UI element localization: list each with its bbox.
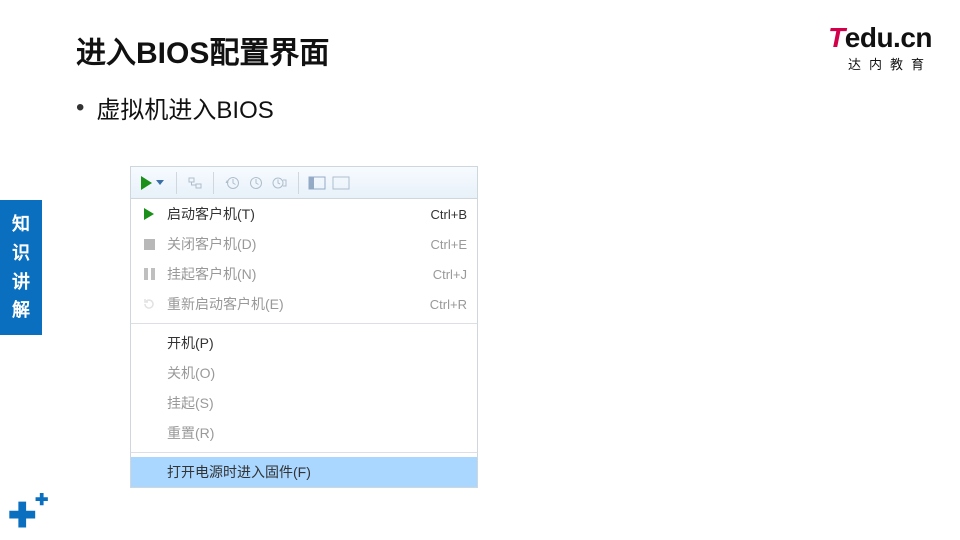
- bullet-line: • 虚拟机进入BIOS: [76, 90, 274, 125]
- vm-menu-screenshot: 启动客户机(T) Ctrl+B 关闭客户机(D) Ctrl+E 挂起客户机(N)…: [130, 166, 478, 488]
- menu-item-poweron-guest[interactable]: 启动客户机(T) Ctrl+B: [131, 199, 477, 229]
- menu-item-enter-firmware[interactable]: 打开电源时进入固件(F): [131, 457, 477, 487]
- menu-item-label: 关闭客户机(D): [167, 234, 431, 254]
- toolbar-separator: [298, 172, 299, 194]
- menu-item-shutdown-guest[interactable]: 关闭客户机(D) Ctrl+E: [131, 229, 477, 259]
- power-menu: 启动客户机(T) Ctrl+B 关闭客户机(D) Ctrl+E 挂起客户机(N)…: [131, 199, 477, 487]
- brand-logo-main: Tedu.cn: [828, 24, 932, 52]
- restart-icon: [137, 297, 161, 311]
- menu-separator: [131, 452, 477, 453]
- menu-item-poweron[interactable]: 开机(P): [131, 328, 477, 358]
- menu-separator: [131, 323, 477, 324]
- toolbar-separator: [213, 172, 214, 194]
- menu-item-shortcut: Ctrl+R: [430, 297, 467, 312]
- menu-item-label: 开机(P): [167, 333, 467, 353]
- menu-item-label: 启动客户机(T): [167, 204, 431, 224]
- pause-icon: [144, 268, 155, 280]
- menu-item-shortcut: Ctrl+J: [433, 267, 467, 282]
- bullet-text: 虚拟机进入BIOS: [96, 90, 273, 125]
- brand-logo: Tedu.cn 达内教育: [828, 24, 932, 73]
- menu-item-reset[interactable]: 重置(R): [131, 418, 477, 448]
- plus-icon: ✚: [8, 505, 37, 529]
- side-tab: 知 识 讲 解: [0, 200, 42, 335]
- play-icon: [144, 208, 154, 220]
- menu-item-poweroff[interactable]: 关机(O): [131, 358, 477, 388]
- plus-icon-small: ✚: [35, 492, 48, 509]
- plus-decoration: ✚ ✚: [8, 505, 54, 532]
- toolbar-separator: [176, 172, 177, 194]
- menu-item-label: 挂起(S): [167, 393, 467, 413]
- dropdown-icon: [156, 180, 164, 185]
- network-icon[interactable]: [185, 173, 205, 193]
- menu-item-label: 挂起客户机(N): [167, 264, 433, 284]
- snapshot-back-icon[interactable]: [222, 173, 242, 193]
- brand-logo-rest: edu.cn: [845, 22, 932, 53]
- menu-item-suspend-guest[interactable]: 挂起客户机(N) Ctrl+J: [131, 259, 477, 289]
- view-icon[interactable]: [307, 173, 327, 193]
- snapshot-icon[interactable]: [246, 173, 266, 193]
- menu-item-label: 重新启动客户机(E): [167, 294, 430, 314]
- stop-icon: [144, 239, 155, 250]
- play-icon: [141, 176, 152, 190]
- menu-item-suspend[interactable]: 挂起(S): [131, 388, 477, 418]
- menu-item-label: 关机(O): [167, 363, 467, 383]
- fullscreen-icon[interactable]: [331, 173, 351, 193]
- brand-logo-sub: 达内教育: [828, 54, 932, 73]
- menu-item-label: 重置(R): [167, 423, 467, 443]
- menu-item-label: 打开电源时进入固件(F): [167, 462, 467, 482]
- menu-item-shortcut: Ctrl+E: [431, 237, 467, 252]
- play-button[interactable]: [137, 174, 168, 192]
- snapshot-manage-icon[interactable]: [270, 173, 290, 193]
- brand-logo-t: T: [828, 22, 845, 53]
- slide-title: 进入BIOS配置界面: [76, 28, 329, 72]
- menu-item-restart-guest[interactable]: 重新启动客户机(E) Ctrl+R: [131, 289, 477, 319]
- toolbar: [131, 167, 477, 199]
- bullet-dot: •: [76, 96, 84, 120]
- menu-item-shortcut: Ctrl+B: [431, 207, 467, 222]
